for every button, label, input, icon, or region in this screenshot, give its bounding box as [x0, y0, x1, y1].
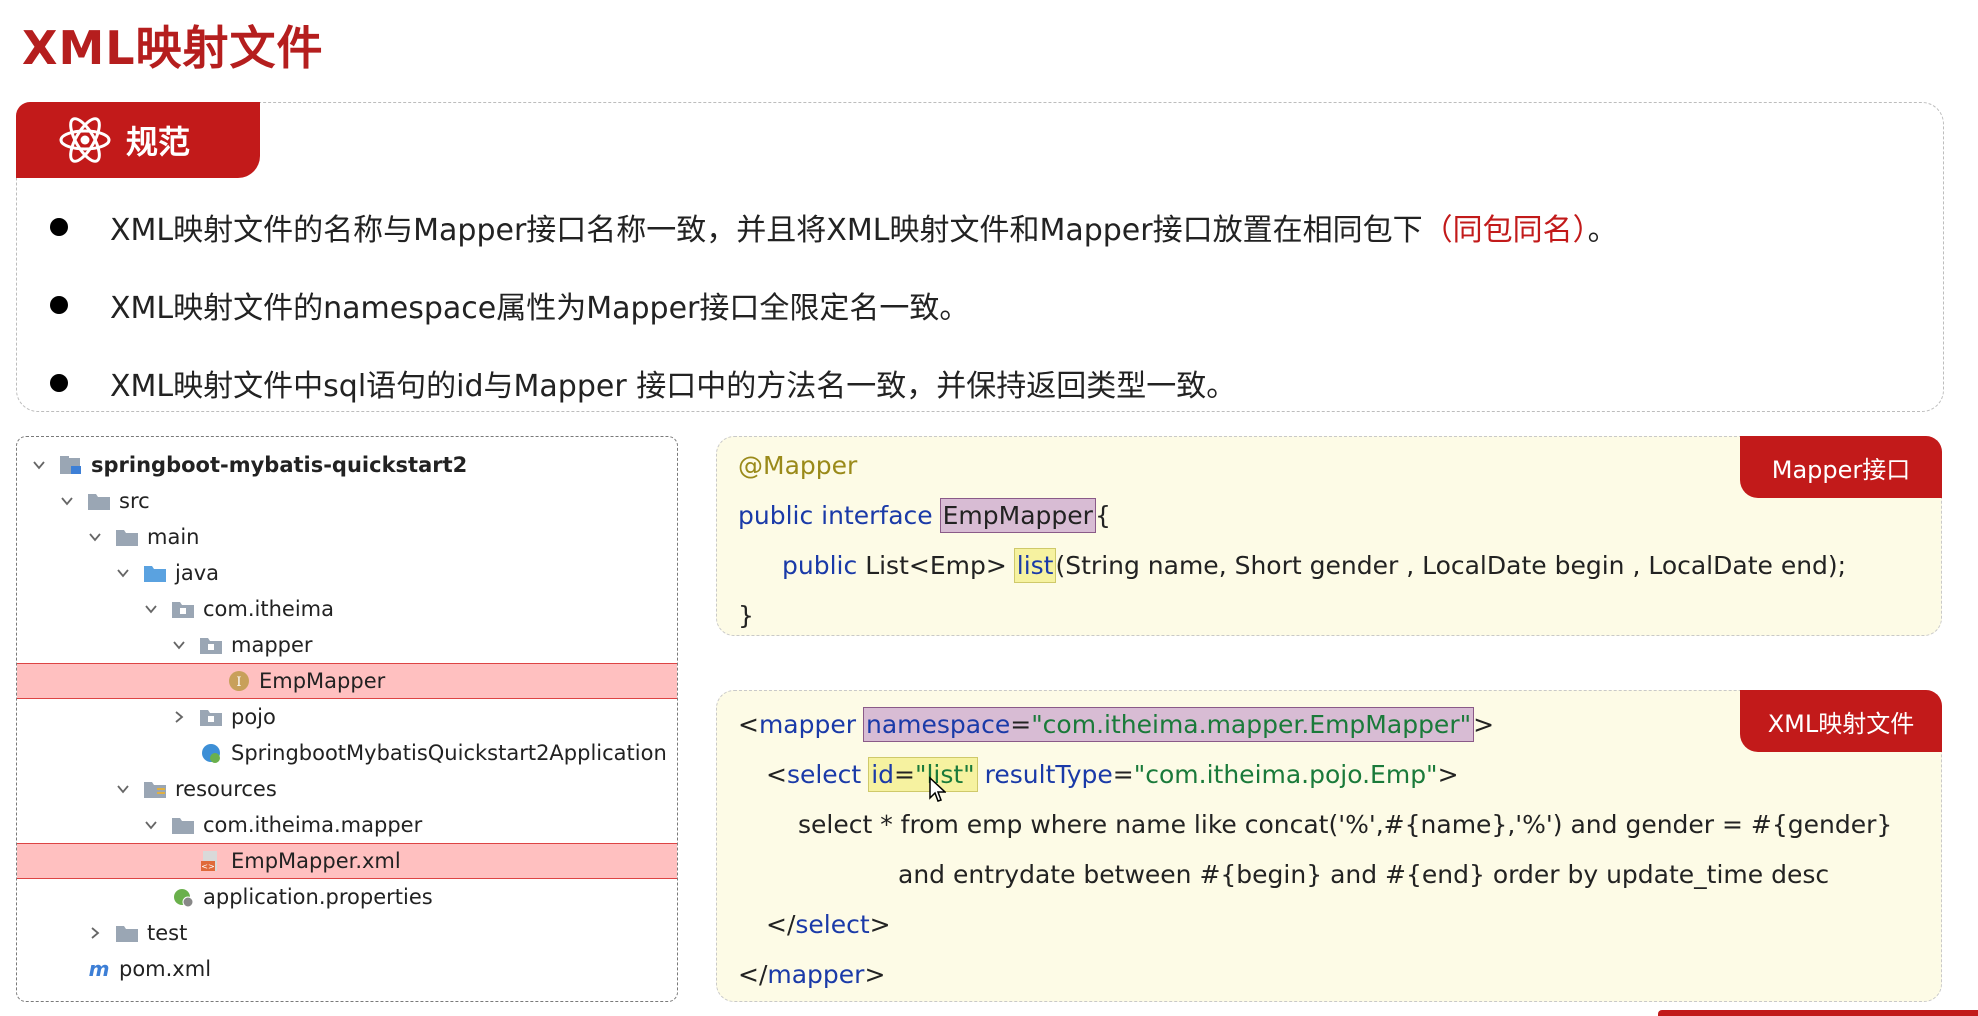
rule-item: XML映射文件的名称与Mapper接口名称一致，并且将XML映射文件和Mappe… — [46, 188, 1906, 266]
bullet-icon — [50, 374, 68, 392]
folder-icon — [88, 494, 110, 510]
chevron-down-icon[interactable] — [31, 457, 47, 473]
tree-item-test[interactable]: test — [17, 915, 677, 951]
code-line: and entrydate between #{begin} and #{end… — [898, 860, 1830, 889]
code-line: public interface EmpMapper{ — [738, 498, 1111, 533]
folder-icon — [116, 926, 138, 942]
tree-item-mapper[interactable]: mapper — [17, 627, 677, 663]
package-icon — [172, 602, 194, 618]
resources-folder-icon — [144, 782, 166, 798]
tree-item-empmapper-xml[interactable]: <> EmpMapper.xml — [17, 843, 677, 879]
svg-text:<>: <> — [201, 862, 214, 871]
interface-icon: I — [229, 671, 249, 691]
chevron-down-icon[interactable] — [171, 637, 187, 653]
code-line: public List<Emp> list(String name, Short… — [782, 548, 1847, 583]
tree-item-application-properties[interactable]: application.properties — [17, 879, 677, 915]
package-icon — [200, 638, 222, 654]
tree-item-pom-xml[interactable]: m pom.xml — [17, 951, 677, 987]
rule-item: XML映射文件中sql语句的id与Mapper 接口中的方法名一致，并保持返回类… — [46, 344, 1906, 422]
tree-item-main[interactable]: main — [17, 519, 677, 555]
method-name-highlight: list — [1013, 548, 1057, 583]
code-line: <select id="list" resultType="com.itheim… — [766, 757, 1459, 792]
tree-item-resources[interactable]: resources — [17, 771, 677, 807]
tree-item-java[interactable]: java — [17, 555, 677, 591]
folder-icon — [116, 530, 138, 546]
code-line: <mapper namespace="com.itheima.mapper.Em… — [738, 707, 1495, 742]
rules-tag-label: 规范 — [126, 123, 191, 161]
id-highlight: id="list" — [868, 757, 978, 792]
rule-highlight: （同包同名） — [1422, 213, 1588, 248]
chevron-down-icon[interactable] — [115, 565, 131, 581]
mouse-cursor-icon — [929, 776, 946, 802]
rule-text: XML映射文件中sql语句的id与Mapper 接口中的方法名一致，并保持返回类… — [110, 369, 1237, 404]
page-title: XML映射文件 — [22, 21, 324, 75]
chevron-right-icon[interactable] — [171, 709, 187, 725]
rule-item: XML映射文件的namespace属性为Mapper接口全限定名一致。 — [46, 266, 1906, 344]
module-icon — [60, 456, 81, 474]
tree-item-resource-mapper-folder[interactable]: com.itheima.mapper — [17, 807, 677, 843]
atom-icon — [59, 117, 111, 163]
code-line: </select> — [766, 910, 891, 939]
project-tree: springboot-mybatis-quickstart2 src main … — [16, 436, 678, 1002]
code-line: </mapper> — [738, 960, 886, 989]
namespace-highlight: namespace="com.itheima.mapper.EmpMapper" — [862, 707, 1475, 742]
tree-item-pojo[interactable]: pojo — [17, 699, 677, 735]
svg-text:I: I — [236, 675, 241, 690]
bottom-accent-bar — [1658, 1010, 1978, 1016]
bullet-icon — [50, 218, 68, 236]
chevron-down-icon[interactable] — [115, 781, 131, 797]
rule-text: XML映射文件的namespace属性为Mapper接口全限定名一致。 — [110, 291, 970, 326]
package-icon — [200, 710, 222, 726]
code-line: select * from emp where name like concat… — [798, 810, 1893, 839]
folder-icon — [172, 818, 194, 834]
rule-list: XML映射文件的名称与Mapper接口名称一致，并且将XML映射文件和Mappe… — [46, 188, 1906, 422]
tree-item-project[interactable]: springboot-mybatis-quickstart2 — [17, 447, 677, 483]
rule-text: XML映射文件的名称与Mapper接口名称一致，并且将XML映射文件和Mappe… — [110, 213, 1618, 248]
maven-icon: m — [89, 958, 110, 980]
mapper-interface-tag: Mapper接口 — [1740, 436, 1942, 498]
rules-tag: 规范 — [16, 102, 260, 178]
chevron-down-icon[interactable] — [143, 817, 159, 833]
tree-item-application-class[interactable]: SpringbootMybatisQuickstart2Application — [17, 735, 677, 771]
spring-class-icon — [202, 744, 220, 763]
bullet-icon — [50, 296, 68, 314]
class-name-highlight: EmpMapper — [939, 498, 1096, 533]
code-line: @Mapper — [738, 451, 858, 480]
xml-file-icon: <> — [201, 851, 217, 871]
chevron-right-icon[interactable] — [87, 925, 103, 941]
xml-mapping-tag: XML映射文件 — [1740, 690, 1942, 752]
tree-item-com-itheima[interactable]: com.itheima — [17, 591, 677, 627]
svg-text:m: m — [89, 958, 110, 980]
chevron-down-icon[interactable] — [87, 529, 103, 545]
properties-icon — [174, 889, 194, 908]
chevron-down-icon[interactable] — [143, 601, 159, 617]
source-folder-icon — [144, 566, 166, 582]
code-line: } — [738, 601, 754, 630]
tree-item-empmapper[interactable]: I EmpMapper — [17, 663, 677, 699]
tree-item-src[interactable]: src — [17, 483, 677, 519]
chevron-down-icon[interactable] — [59, 493, 75, 509]
